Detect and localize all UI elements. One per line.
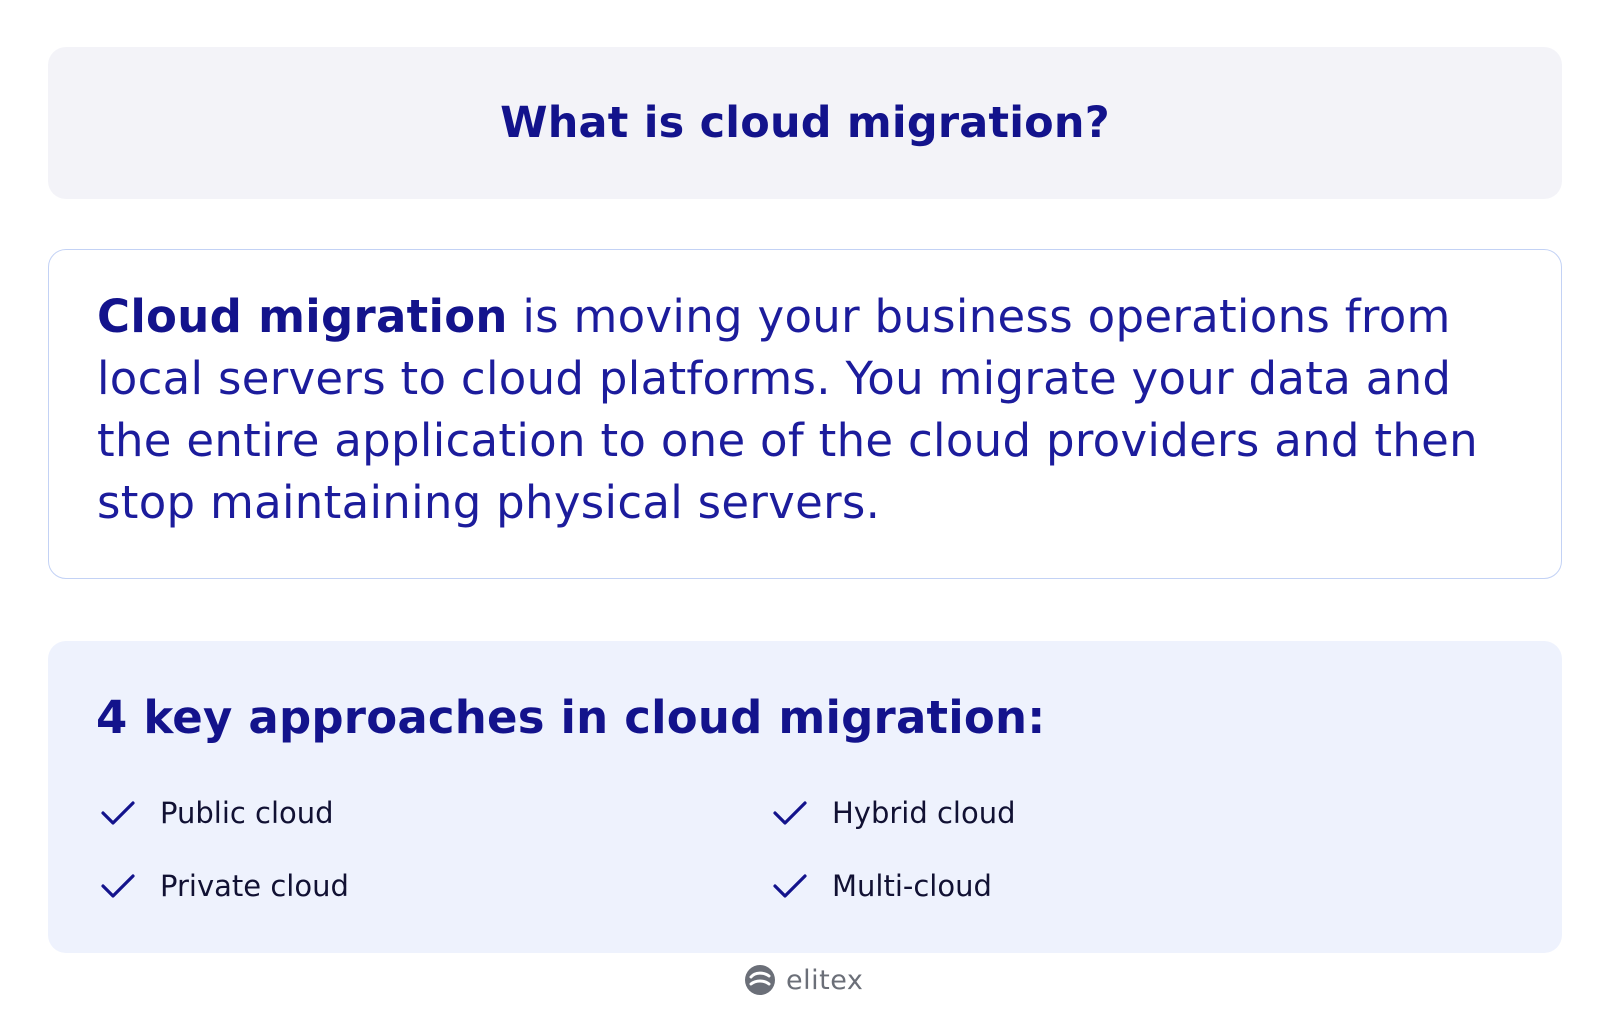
check-icon [100,871,138,901]
brand-logo: elitex [744,962,863,998]
definition-term: Cloud migration [97,290,508,343]
approach-label: Hybrid cloud [832,796,1016,830]
page-title: What is cloud migration? [500,98,1110,148]
approach-item-public-cloud: Public cloud [100,793,334,833]
approach-label: Private cloud [160,869,349,903]
approach-item-private-cloud: Private cloud [100,866,349,906]
definition-card: Cloud migration is moving your business … [48,249,1562,579]
approaches-heading: 4 key approaches in cloud migration: [96,691,1046,744]
approach-item-multi-cloud: Multi-cloud [772,866,992,906]
definition-paragraph: Cloud migration is moving your business … [97,286,1513,534]
check-icon [772,798,810,828]
approach-label: Public cloud [160,796,334,830]
brand-name: elitex [786,964,864,996]
check-icon [100,798,138,828]
approaches-card: 4 key approaches in cloud migration: Pub… [48,641,1562,953]
approach-item-hybrid-cloud: Hybrid cloud [772,793,1016,833]
check-icon [772,871,810,901]
elitex-logo-icon [744,964,776,996]
page: What is cloud migration? Cloud migration… [0,0,1610,1010]
title-card: What is cloud migration? [48,47,1562,199]
approach-label: Multi-cloud [832,869,992,903]
